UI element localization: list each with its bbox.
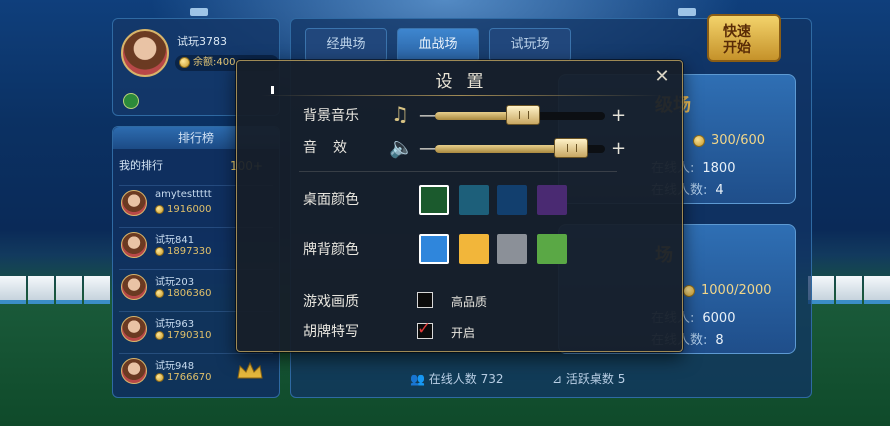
music-note-icon: ♫ [391,102,409,126]
table-color-swatch-1[interactable] [419,185,449,215]
rank-row[interactable]: 试玩948 1766670 [119,353,273,390]
coin-icon [683,284,695,297]
music-label: 背景音乐 [303,108,359,124]
rank-player-name: 试玩841 [155,235,195,246]
stage-light [190,8,208,16]
my-rank-label: 我的排行 [119,159,163,172]
avatar [121,274,147,300]
effect-slider-fill [435,145,571,153]
table-color-swatch-3[interactable] [497,185,527,215]
indicator-mark [271,86,274,94]
rank-player-score: 1916000 [155,204,212,215]
quality-label: 游戏画质 [303,294,359,310]
effect-slider-knob[interactable] [554,138,588,158]
coin-icon [155,372,164,382]
quality-option-label: 高品质 [451,295,488,309]
back-color-swatch-1[interactable] [419,234,449,264]
table-color-label: 桌面颜色 [303,192,359,208]
closeup-option-label: 开启 [451,326,476,340]
coin-icon [155,204,164,214]
rank-player-score: 1806360 [155,288,212,299]
rank-player-score: 1790310 [155,330,212,341]
coin-icon [179,57,190,68]
table-color-swatch-4[interactable] [537,185,567,215]
quality-checkbox[interactable] [417,292,433,308]
coin-icon [693,134,705,147]
closeup-checkbox[interactable]: ✓ [417,319,433,339]
effect-label: 音效 [303,140,363,156]
avatar [121,316,147,342]
rank-player-name: amytesttttt [155,189,212,200]
title-divider [261,95,661,96]
effect-slider[interactable] [435,138,605,158]
room-bet: 300/600 [693,133,765,148]
rank-player-name: 试玩203 [155,277,195,288]
crown-icon [237,362,263,379]
back-color-swatch-2[interactable] [459,234,489,264]
close-icon[interactable]: ✕ [652,67,672,87]
coin-icon [155,288,164,298]
tab-trial[interactable]: 试玩场 [489,28,571,62]
rank-player-score: 1897330 [155,246,212,257]
online-count: 👥 在线人数 732 [410,372,504,386]
settings-dialog: 设置 ✕ 背景音乐 ♫ — + 音效 🔈 — + 桌面颜色 牌背颜色 游戏画质 … [236,60,683,352]
divider [299,171,617,172]
coin-icon [155,246,164,256]
stage-light [678,8,696,16]
effect-increase[interactable]: + [611,140,626,158]
speaker-icon: 🔈 [389,135,414,159]
avatar [121,358,147,384]
balance-text: 余额:400 [193,57,236,68]
mahjong-wall-right [808,276,890,304]
music-increase[interactable]: + [611,107,626,125]
dialog-title: 设置 [435,72,498,92]
room-bet: 1000/2000 [683,283,772,298]
table-color-swatch-2[interactable] [459,185,489,215]
avatar [121,190,147,216]
people-icon: 👥 [410,372,425,386]
avatar[interactable] [121,29,169,77]
quick-start-button[interactable]: 快速 开始 [707,14,781,62]
rank-player-score: 1766670 [155,372,212,383]
table-icon: ⊿ [552,372,563,386]
music-slider-knob[interactable] [506,105,541,125]
active-tables: ⊿ 活跃桌数 5 [552,372,626,386]
closeup-label: 胡牌特写 [303,324,359,340]
avatar [121,232,147,258]
mahjong-wall-left [0,276,110,304]
music-slider[interactable] [435,105,605,125]
back-color-label: 牌背颜色 [303,242,359,258]
level-badge-icon [123,93,139,109]
rank-player-name: 试玩963 [155,319,195,330]
player-name: 试玩3783 [177,35,227,48]
tab-classic[interactable]: 经典场 [305,28,387,62]
rank-player-name: 试玩948 [155,361,195,372]
checkmark-icon: ✓ [417,319,432,339]
back-color-swatch-4[interactable] [537,234,567,264]
back-color-swatch-3[interactable] [497,234,527,264]
coin-icon [155,330,164,340]
tab-bloodbattle[interactable]: 血战场 [397,28,479,62]
